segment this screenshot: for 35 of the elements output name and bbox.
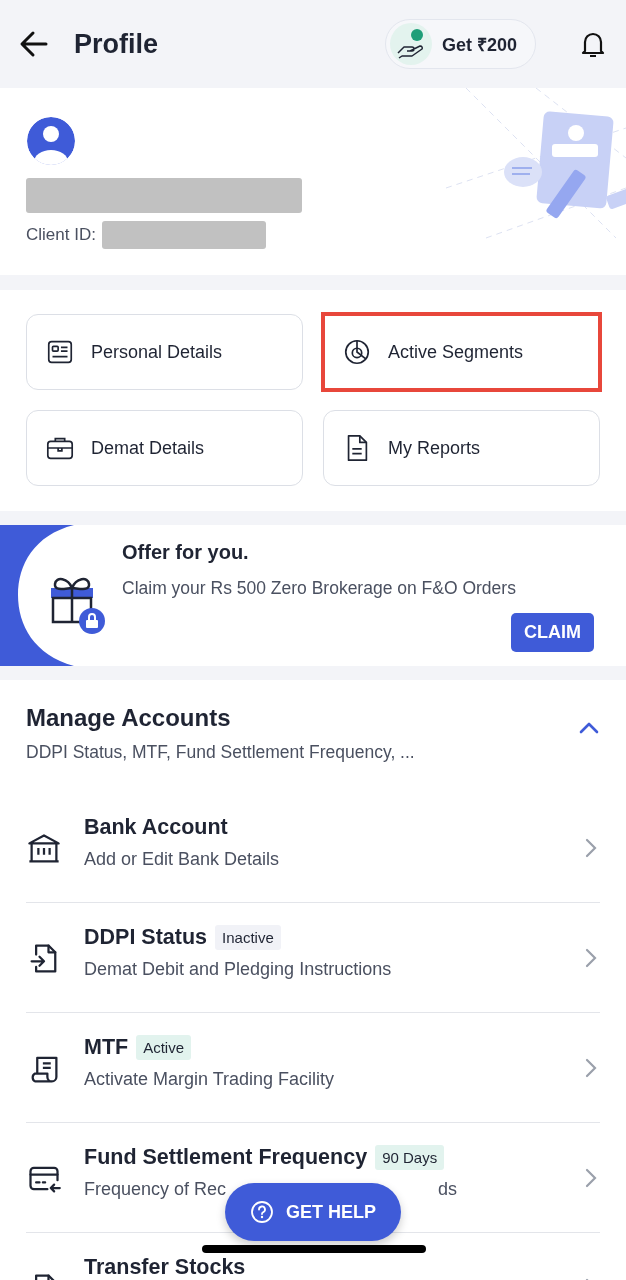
profile-tile[interactable]: Demat Details xyxy=(26,410,303,486)
row-subtitle: Demat Debit and Pledging Instructions xyxy=(84,959,392,980)
row-title[interactable]: DDPI Status xyxy=(84,925,208,950)
row-title[interactable]: MTF xyxy=(84,1035,129,1060)
page-title: Profile xyxy=(74,28,160,60)
chevron-right-icon[interactable] xyxy=(584,837,598,859)
status-badge: Active xyxy=(136,1035,192,1060)
profile-tile[interactable]: Personal Details xyxy=(26,314,303,390)
collapse-chevron-icon[interactable] xyxy=(578,721,600,735)
section-summary: DDPI Status, MTF, Fund Settlement Frequency, ... xyxy=(26,742,416,763)
get-help-button[interactable]: GET HELP xyxy=(225,1183,401,1241)
profile-tile[interactable]: Active Segments xyxy=(323,314,600,390)
row-title[interactable]: Bank Account xyxy=(84,815,228,840)
hand-coin-icon xyxy=(389,23,432,65)
offer-description: Claim your Rs 500 Zero Brokerage on F&O Orders xyxy=(122,578,517,599)
row-title[interactable]: Transfer Stocks xyxy=(84,1255,246,1280)
claim-button[interactable]: CLAIM xyxy=(511,613,594,652)
row-subtitle: Activate Margin Trading Facility xyxy=(84,1069,335,1090)
pie-chart-icon xyxy=(342,337,372,367)
referral-button[interactable]: Get ₹200 xyxy=(384,19,536,69)
row-subtitle: Frequency of Rec xyxy=(84,1179,227,1200)
chevron-right-icon[interactable] xyxy=(584,947,598,969)
profile-tile[interactable]: My Reports xyxy=(323,410,600,486)
row-title[interactable]: Fund Settlement Frequency xyxy=(84,1145,368,1170)
chevron-right-icon[interactable] xyxy=(584,1167,598,1189)
status-badge: Inactive xyxy=(215,925,281,950)
status-badge: 90 Days xyxy=(375,1145,445,1170)
help-icon xyxy=(250,1200,274,1224)
offer-title: Offer for you. xyxy=(122,541,250,564)
avatar-icon xyxy=(26,116,76,166)
row-subtitle: ds xyxy=(438,1179,458,1200)
row-subtitle: Add or Edit Bank Details xyxy=(84,849,280,870)
chevron-right-icon[interactable] xyxy=(584,1057,598,1079)
section-title: Manage Accounts xyxy=(26,704,232,732)
client-id-label: Client ID: xyxy=(26,225,96,245)
